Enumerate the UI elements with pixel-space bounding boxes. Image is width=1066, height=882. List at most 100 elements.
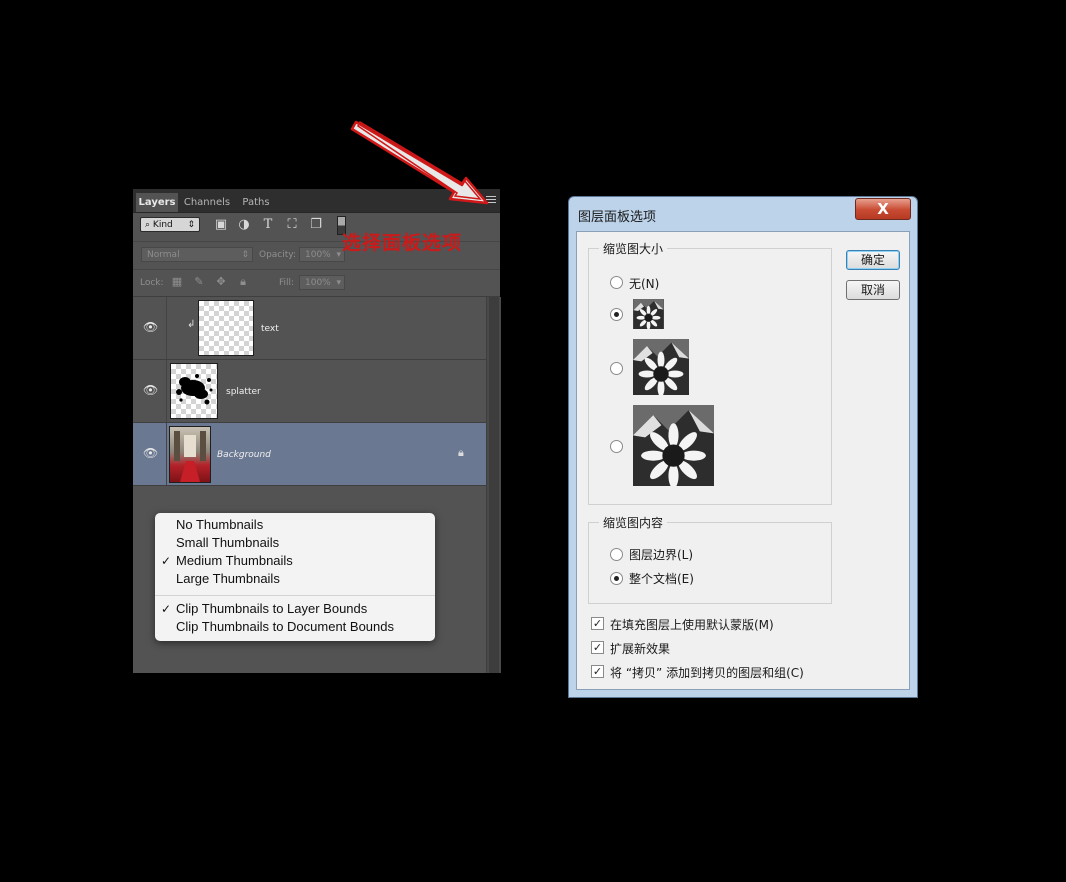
panel-tab-bar: Layers Channels Paths (133, 189, 500, 213)
smart-object-filter-icon[interactable]: ❐ (308, 217, 324, 233)
lock-icon: 🔒︎ (458, 446, 464, 459)
updown-icon: ⇕ (187, 220, 195, 230)
background-thumbnail-image (174, 431, 206, 482)
menu-item-small-thumbnails[interactable]: Small Thumbnails (176, 534, 279, 552)
panel-options-menu: No Thumbnails Small Thumbnails ✓ Medium T… (155, 513, 435, 641)
ok-button[interactable]: 确定 (846, 250, 900, 270)
layer-row-splatter[interactable]: 👁︎ splatter (133, 360, 486, 423)
adjustment-filter-icon[interactable]: ◑ (236, 217, 252, 233)
menu-item-label: Small Thumbnails (176, 535, 280, 550)
checkbox-label: 将 “拷贝” 添加到拷贝的图层和组(C) (610, 666, 804, 680)
thumbnail-size-group: 缩览图大小 无(N) (588, 240, 832, 505)
layer-bounds-label: 图层边界(L) (629, 548, 694, 562)
sunflower-icon (633, 299, 664, 329)
filter-kind-select[interactable]: ⌕ Kind ⇕ (140, 217, 200, 232)
layer-thumbnail (198, 300, 254, 356)
layer-name: Background (217, 450, 271, 460)
thumb-preview-large[interactable] (633, 405, 714, 486)
lock-pixels-brush-icon[interactable]: ✎ (192, 275, 206, 289)
radio-entire-document[interactable] (610, 572, 623, 585)
group-title: 缩览图大小 (599, 240, 668, 257)
thumbnail-content-group: 缩览图内容 图层边界(L) 整个文档(E) (588, 514, 832, 604)
checkbox-label: 在填充图层上使用默认蒙版(M) (610, 618, 774, 632)
layer-list: 👁︎ ↲ text 👁︎ splatter 👁︎ Background 🔒︎ (133, 297, 486, 486)
menu-item-no-thumbnails[interactable]: No Thumbnails (176, 516, 263, 534)
radio-thumb-small[interactable] (610, 308, 623, 321)
thumb-none-label: 无(N) (629, 277, 660, 291)
checkmark-icon: ✓ (161, 602, 172, 616)
layer-name: text (261, 324, 279, 334)
eye-icon[interactable]: 👁︎ (143, 383, 158, 397)
checkbox-expand-effects[interactable]: ✓ (591, 641, 604, 654)
sunflower-icon (633, 339, 689, 395)
lock-label: Lock: (140, 278, 164, 288)
eye-icon[interactable]: 👁︎ (143, 320, 158, 334)
menu-item-label: Clip Thumbnails to Layer Bounds (176, 601, 368, 616)
layers-panel-options-dialog: 图层面板选项 X 缩览图大小 无(N) 缩览图内容 图层边界(L) 整个文档(E… (568, 196, 918, 698)
menu-item-label: No Thumbnails (176, 517, 264, 532)
layer-row-background[interactable]: 👁︎ Background 🔒︎ (133, 423, 486, 486)
blend-mode-value: Normal (147, 250, 180, 260)
thumb-preview-medium[interactable] (633, 339, 689, 395)
type-filter-icon[interactable]: T (260, 217, 276, 233)
layer-row-text[interactable]: 👁︎ ↲ text (133, 297, 486, 360)
menu-item-large-thumbnails[interactable]: Large Thumbnails (176, 570, 280, 588)
filter-kind-label: Kind (152, 220, 173, 230)
dialog-title: 图层面板选项 (578, 210, 657, 225)
tab-paths[interactable]: Paths (237, 193, 275, 212)
eye-icon[interactable]: 👁︎ (143, 446, 158, 460)
opacity-value: 100% (305, 250, 331, 260)
checkbox-label: 扩展新效果 (610, 642, 671, 656)
group-title: 缩览图内容 (599, 514, 668, 531)
shape-filter-icon[interactable]: ⛶ (284, 217, 300, 233)
clipping-mask-icon: ↲ (187, 319, 196, 330)
radio-thumb-medium[interactable] (610, 362, 623, 375)
chevron-down-icon: ▾ (336, 250, 341, 260)
dialog-body: 缩览图大小 无(N) 缩览图内容 图层边界(L) 整个文档(E) ✓ 在填充图层… (576, 231, 910, 690)
visibility-toggle[interactable]: 👁︎ (133, 423, 167, 485)
chevron-down-icon: ▾ (336, 278, 341, 288)
close-button[interactable]: X (855, 198, 911, 220)
fill-field[interactable]: 100% ▾ (299, 275, 345, 290)
layer-name: splatter (226, 387, 261, 397)
tab-layers[interactable]: Layers (136, 193, 178, 212)
layer-thumbnail (169, 426, 211, 483)
radio-thumb-none[interactable] (610, 276, 623, 289)
lock-row: Lock: ▦ ✎ ✥ 🔒︎ Fill: 100% ▾ (133, 269, 500, 297)
radio-thumb-large[interactable] (610, 440, 623, 453)
panel-menu-icon[interactable] (486, 196, 496, 205)
updown-icon: ⇕ (241, 250, 249, 260)
menu-item-medium-thumbnails[interactable]: ✓ Medium Thumbnails (161, 552, 293, 570)
cancel-button[interactable]: 取消 (846, 280, 900, 300)
scrollbar-thumb[interactable] (489, 297, 499, 673)
opacity-field[interactable]: 100% ▾ (299, 247, 345, 262)
menu-item-label: Large Thumbnails (176, 571, 280, 586)
lock-transparency-icon[interactable]: ▦ (170, 275, 184, 289)
checkmark-icon: ✓ (161, 554, 172, 568)
menu-separator (155, 595, 435, 596)
fill-value: 100% (305, 278, 331, 288)
menu-item-label: Clip Thumbnails to Document Bounds (176, 619, 394, 634)
entire-document-label: 整个文档(E) (629, 572, 694, 586)
fill-label: Fill: (279, 278, 295, 288)
lock-all-icon[interactable]: 🔒︎ (236, 275, 250, 289)
visibility-toggle[interactable]: 👁︎ (133, 297, 167, 359)
layer-thumbnail (170, 363, 218, 419)
checkbox-add-copy[interactable]: ✓ (591, 665, 604, 678)
checkbox-default-masks[interactable]: ✓ (591, 617, 604, 630)
radio-layer-bounds[interactable] (610, 548, 623, 561)
layer-list-scrollbar[interactable] (486, 297, 501, 673)
blend-mode-select[interactable]: Normal ⇕ (141, 247, 253, 262)
thumb-preview-small[interactable] (633, 299, 664, 329)
menu-item-clip-document-bounds[interactable]: Clip Thumbnails to Document Bounds (176, 618, 394, 636)
search-icon: ⌕ (145, 220, 151, 230)
menu-item-clip-layer-bounds[interactable]: ✓ Clip Thumbnails to Layer Bounds (161, 600, 368, 618)
splatter-thumbnail-image (176, 374, 213, 405)
sunflower-icon (633, 405, 714, 486)
visibility-toggle[interactable]: 👁︎ (133, 360, 167, 422)
tab-channels[interactable]: Channels (181, 193, 233, 212)
annotation-text: 选择面板选项 (342, 232, 463, 254)
image-filter-icon[interactable]: ▣ (213, 217, 229, 233)
opacity-label: Opacity: (259, 250, 296, 260)
lock-position-icon[interactable]: ✥ (214, 275, 228, 289)
